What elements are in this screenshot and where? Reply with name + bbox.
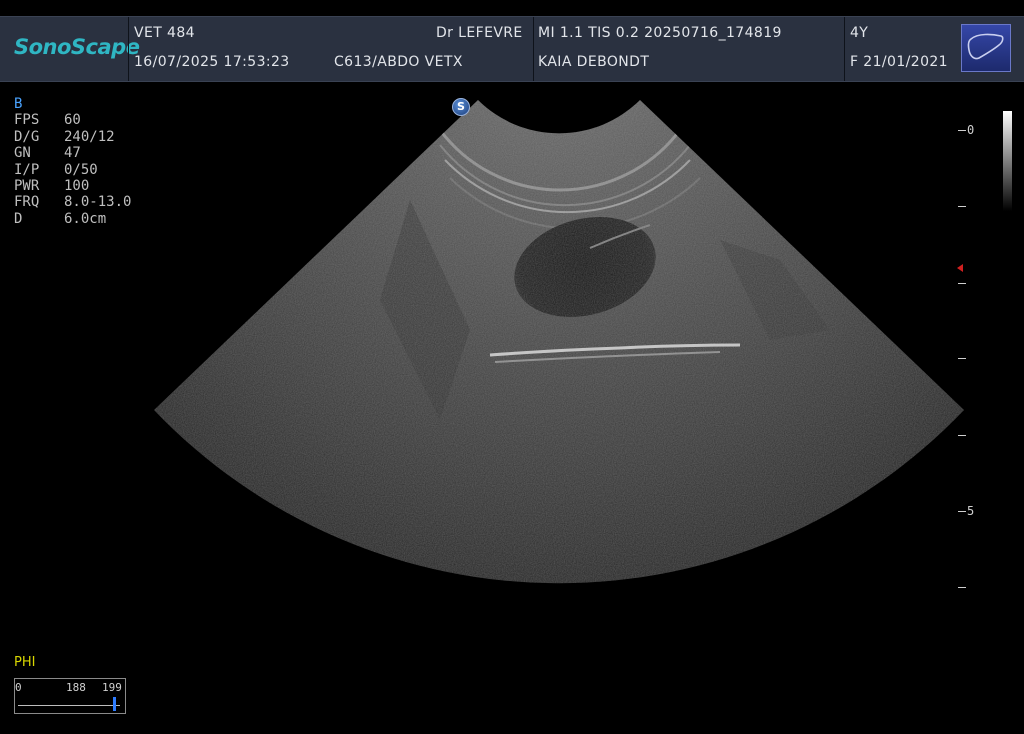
param-key: D/G [14, 128, 40, 145]
focus-marker-icon[interactable] [957, 264, 963, 272]
depth-tick [958, 358, 966, 359]
ultrasound-image[interactable] [0, 0, 1024, 734]
depth-label: 5 [967, 504, 975, 518]
param-value: 240/12 [64, 128, 115, 145]
phi-max: 199 [102, 681, 122, 694]
depth-tick [958, 587, 966, 588]
depth-tick [958, 206, 966, 207]
imaging-mode: B [14, 96, 23, 112]
param-value: 100 [64, 178, 90, 195]
param-row: FPS 60 [14, 112, 131, 128]
probe-orientation-badge: S [452, 98, 470, 116]
depth-tick [958, 130, 966, 131]
param-row: FRQ 8.0-13.0 [14, 194, 131, 210]
param-key: I/P [14, 161, 40, 178]
phi-thumb[interactable] [113, 697, 117, 711]
depth-tick [958, 435, 966, 436]
phi-track[interactable] [18, 705, 120, 706]
param-row: D/G 240/12 [14, 129, 131, 145]
imaging-parameters: B FPS 60 D/G 240/12 GN 47 I/P 0/50 PWR 100 FR… [14, 96, 131, 227]
depth-tick [958, 283, 966, 284]
param-value: 47 [64, 145, 81, 162]
param-value: 60 [64, 112, 81, 129]
param-value: 0/50 [64, 161, 98, 178]
param-key: GN [14, 145, 31, 162]
phi-min: 0 [15, 681, 22, 694]
phi-label: PHI [14, 655, 36, 670]
param-row: GN 47 [14, 145, 131, 161]
param-row: D 6.0cm [14, 211, 131, 227]
depth-label: 0 [967, 123, 975, 137]
phi-current: 188 [66, 681, 86, 694]
grayscale-bar [1003, 111, 1012, 211]
param-key: D [14, 210, 23, 227]
depth-tick [958, 511, 966, 512]
param-key: FRQ [14, 194, 40, 211]
param-value: 8.0-13.0 [64, 194, 132, 211]
param-value: 6.0cm [64, 210, 107, 227]
param-row: PWR 100 [14, 178, 131, 194]
param-key: FPS [14, 112, 40, 129]
param-key: PWR [14, 178, 40, 195]
param-row: I/P 0/50 [14, 162, 131, 178]
